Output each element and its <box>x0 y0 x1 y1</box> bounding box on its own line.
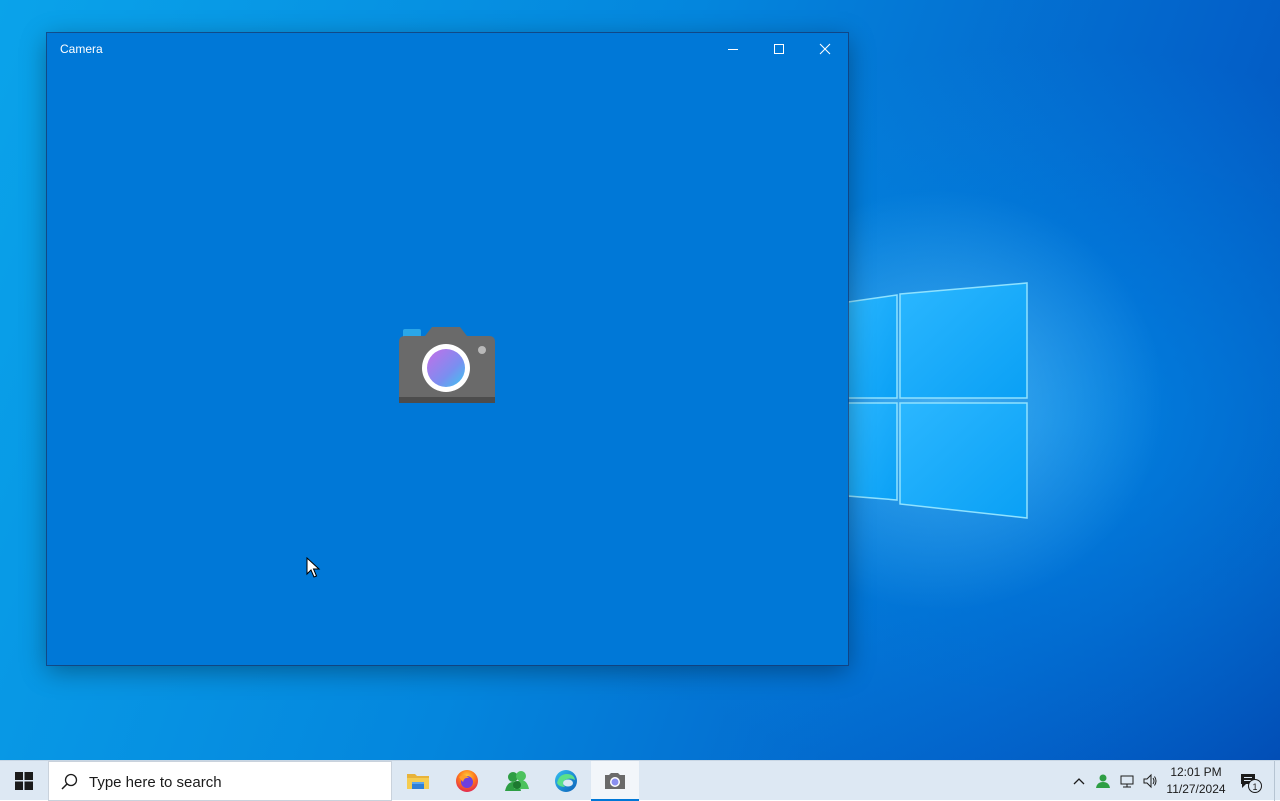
taskbar-app-edge[interactable] <box>542 761 590 801</box>
camera-icon <box>605 773 625 789</box>
search-icon <box>61 773 78 790</box>
camera-app-window[interactable]: Camera <box>47 33 848 665</box>
taskbar: Type here to search 12:01 PM 11/27/2024 <box>0 760 1280 801</box>
taskbar-app-people[interactable] <box>493 761 541 801</box>
edge-icon <box>555 770 577 792</box>
people-icon <box>505 771 529 791</box>
search-placeholder: Type here to search <box>89 774 222 791</box>
clock-date: 11/27/2024 <box>1166 782 1226 796</box>
taskbar-app-file-explorer[interactable] <box>394 761 442 801</box>
minimize-icon <box>728 49 738 50</box>
close-icon <box>819 43 831 55</box>
windows-start-icon <box>15 772 33 790</box>
tray-people[interactable] <box>1092 761 1114 801</box>
taskbar-clock[interactable]: 12:01 PM 11/27/2024 <box>1160 764 1232 798</box>
taskbar-app-camera[interactable] <box>591 761 639 801</box>
show-desktop-button[interactable] <box>1274 761 1280 801</box>
people-icon <box>1096 774 1110 788</box>
tray-volume[interactable] <box>1139 761 1161 801</box>
desktop[interactable]: Camera <box>0 0 1280 760</box>
close-button[interactable] <box>802 33 848 65</box>
network-icon <box>1120 775 1134 788</box>
window-title: Camera <box>60 42 103 56</box>
show-hidden-icons-button[interactable] <box>1068 761 1090 801</box>
tray-network[interactable] <box>1116 761 1138 801</box>
mouse-cursor-icon <box>306 557 321 578</box>
start-button[interactable] <box>0 761 48 801</box>
clock-time: 12:01 PM <box>1170 765 1222 779</box>
camera-icon <box>399 327 495 403</box>
notification-count-badge: 1 <box>1248 779 1262 793</box>
title-bar[interactable]: Camera <box>47 33 848 65</box>
minimize-button[interactable] <box>710 33 756 65</box>
taskbar-app-firefox[interactable] <box>443 761 491 801</box>
firefox-icon <box>456 770 478 792</box>
maximize-icon <box>774 44 784 54</box>
search-box[interactable]: Type here to search <box>48 761 392 801</box>
volume-icon <box>1143 773 1157 789</box>
chevron-up-icon <box>1073 778 1085 785</box>
folder-icon <box>407 774 429 789</box>
maximize-button[interactable] <box>756 33 802 65</box>
